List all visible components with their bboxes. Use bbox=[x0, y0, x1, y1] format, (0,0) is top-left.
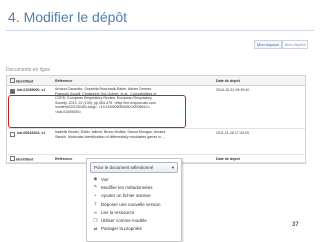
menu-item-label: Partager la propriété bbox=[101, 226, 143, 232]
menu-item-nouvelle-version[interactable]: ⇧ Déposer une nouvelle version bbox=[93, 200, 175, 208]
row-reference-cell: Isabelle Boulet, Didier Jallivet, Bruno … bbox=[52, 129, 212, 154]
select-all-checkbox-footer[interactable] bbox=[10, 155, 15, 161]
menu-item-lier-ressource[interactable]: ∞ Lier la ressource bbox=[93, 208, 175, 216]
upload-icon: ⇧ bbox=[93, 201, 98, 207]
menu-item-utiliser-modele[interactable]: ❐ Utiliser comme modèle bbox=[93, 216, 175, 224]
column-header-id: Identifiant bbox=[7, 77, 52, 84]
menu-item-ajouter-annexe[interactable]: + Ajouter un fichier annexe bbox=[93, 192, 175, 200]
reference-line: Sansin. Molecular identification of diff… bbox=[55, 134, 166, 139]
action-menu-header: Pour le document sélectionné bbox=[94, 165, 154, 170]
plus-icon: + bbox=[94, 193, 97, 199]
menu-item-label: Utiliser comme modèle bbox=[101, 218, 147, 224]
tab-mon-espace[interactable]: Mon espace bbox=[254, 40, 282, 49]
menu-item-voir[interactable]: ◉ Voir bbox=[93, 175, 175, 183]
row-checkbox[interactable] bbox=[10, 131, 15, 137]
column-header-ref[interactable]: Référence bbox=[52, 79, 212, 83]
column-header-id-label: Identifiant bbox=[16, 79, 34, 84]
table-row[interactable]: hal-00643263, v1 Isabelle Boulet, Didier… bbox=[7, 129, 305, 155]
column-header-date[interactable]: Date de dépôt bbox=[212, 79, 298, 83]
table-header: Identifiant Référence Date de dépôt bbox=[7, 76, 305, 86]
slide-title: 4. Modifier le dépôt bbox=[8, 9, 128, 25]
row-date-cell: 2011-11-28 17:43:29 bbox=[216, 131, 249, 135]
share-icon: ⇄ bbox=[93, 225, 98, 231]
tab-mes-depots[interactable]: Mes dépôts bbox=[281, 40, 309, 49]
action-menu-dropdown[interactable]: Pour le document sélectionné ▾ bbox=[90, 162, 178, 173]
row-id-link[interactable]: hal-01059000, v1 bbox=[17, 88, 45, 93]
selected-document-highlight bbox=[8, 95, 186, 128]
page-number: 37 bbox=[292, 222, 299, 228]
action-menu-panel: Pour le document sélectionné ▾ ◉ Voir ✎ … bbox=[86, 158, 182, 242]
edit-icon: ✎ bbox=[93, 184, 98, 190]
menu-item-label: Modifier les métadonnées bbox=[101, 184, 153, 190]
link-icon: ∞ bbox=[93, 209, 98, 215]
row-id-cell: hal-00643263, v1 bbox=[7, 129, 52, 154]
menu-item-partager-propriete[interactable]: ⇄ Partager la propriété bbox=[93, 225, 175, 233]
row-id-link[interactable]: hal-00643263, v1 bbox=[17, 131, 45, 136]
eye-icon: ◉ bbox=[93, 176, 98, 182]
select-all-checkbox[interactable] bbox=[10, 77, 15, 83]
template-icon: ❐ bbox=[93, 217, 98, 223]
row-date-cell: 2014-10-31 09:39:40 bbox=[216, 88, 250, 92]
documents-section-title: Documents en ligne bbox=[6, 67, 51, 73]
footer-id-label: Identifiant bbox=[16, 157, 34, 162]
footer-date: Date de dépôt bbox=[216, 156, 240, 161]
footer-id: Identifiant bbox=[7, 155, 52, 162]
row-checkbox[interactable] bbox=[10, 88, 15, 94]
menu-item-label: Voir bbox=[101, 176, 109, 182]
action-menu-list: ◉ Voir ✎ Modifier les métadonnées + Ajou… bbox=[87, 175, 181, 233]
chevron-down-icon: ▾ bbox=[171, 164, 174, 170]
app-tabs: Mon espace Mes dépôts bbox=[254, 40, 309, 49]
menu-item-label: Déposer une nouvelle version bbox=[101, 201, 161, 207]
title-divider bbox=[6, 30, 314, 31]
menu-item-label: Ajouter un fichier annexe bbox=[101, 193, 151, 199]
menu-item-modifier-metadonnees[interactable]: ✎ Modifier les métadonnées bbox=[93, 183, 175, 191]
menu-item-label: Lier la ressource bbox=[101, 209, 135, 215]
